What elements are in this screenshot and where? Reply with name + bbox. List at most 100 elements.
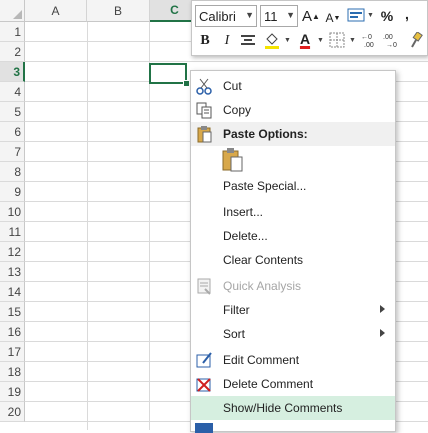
increase-decimal-button[interactable]: ←0.00 (360, 31, 380, 49)
edit-comment-icon (196, 352, 212, 368)
chevron-down-icon[interactable]: ▼ (367, 12, 374, 19)
row-header-15[interactable]: 15 (0, 302, 25, 322)
decrease-font-size-button[interactable]: A ▼ (324, 8, 342, 28)
borders-icon (329, 32, 345, 48)
next-item-icon (195, 423, 213, 433)
row-header-19[interactable]: 19 (0, 382, 25, 402)
row-header-20[interactable]: 20 (0, 402, 25, 422)
up-arrow-icon: ▲ (312, 11, 320, 21)
chevron-down-icon[interactable]: ▼ (284, 37, 291, 44)
menu-item-sort[interactable]: Sort (191, 322, 395, 346)
clipboard-icon (197, 126, 212, 143)
format-painter-button[interactable] (406, 31, 424, 49)
menu-item-show-hide-comments[interactable]: Show/Hide Comments (191, 396, 395, 420)
menu-item-delete-comment-label: Delete Comment (223, 377, 314, 391)
menu-item-insert[interactable]: Insert... (191, 200, 395, 224)
menu-item-cut[interactable]: Cut (191, 74, 395, 98)
copy-icon (196, 102, 212, 119)
menu-item-edit-comment-label: Edit Comment (223, 353, 300, 367)
decrease-decimal-icon: .00→0 (383, 34, 397, 49)
bold-button[interactable]: B (196, 30, 214, 52)
number-format-button[interactable] (346, 5, 366, 25)
paste-clipboard-icon (222, 148, 243, 172)
row-header-13[interactable]: 13 (0, 262, 25, 282)
chevron-down-icon[interactable]: ▼ (317, 37, 324, 44)
menu-item-paste-special[interactable]: Paste Special... (191, 174, 395, 198)
font-size-value: 11 (264, 8, 278, 24)
svg-text:.00: .00 (364, 42, 374, 49)
row-header-14[interactable]: 14 (0, 282, 25, 302)
column-header-a[interactable]: A (25, 0, 87, 22)
row-header-1[interactable]: 1 (0, 22, 25, 42)
number-format-icon (347, 8, 365, 22)
increase-decimal-icon: ←0.00 (361, 34, 374, 49)
align-center-button[interactable] (238, 31, 258, 51)
italic-button[interactable]: I (218, 30, 236, 52)
row-header-10[interactable]: 10 (0, 202, 25, 222)
row-header-11[interactable]: 11 (0, 222, 25, 242)
row-header-17[interactable]: 17 (0, 342, 25, 362)
svg-text:.00: .00 (383, 34, 393, 41)
menu-item-copy[interactable]: Copy (191, 98, 395, 122)
font-size-box[interactable]: 11 ▼ (260, 5, 298, 27)
grid-line (25, 61, 428, 62)
row-header-5[interactable]: 5 (0, 102, 25, 122)
decrease-decimal-button[interactable]: .00 →0 (382, 31, 402, 49)
menu-item-quick-analysis[interactable]: Quick Analysis (191, 274, 395, 298)
row-header-7[interactable]: 7 (0, 142, 25, 162)
paste-options-label: Paste Options: (223, 127, 308, 141)
row-header-18[interactable]: 18 (0, 362, 25, 382)
menu-item-clear-contents[interactable]: Clear Contents (191, 248, 395, 272)
borders-button[interactable] (328, 31, 346, 49)
menu-item-show-hide-comments-label: Show/Hide Comments (223, 401, 343, 415)
font-name-value: Calibri (199, 8, 236, 24)
menu-item-edit-comment[interactable]: Edit Comment (191, 348, 395, 372)
row-header-12[interactable]: 12 (0, 242, 25, 262)
select-all-corner[interactable] (0, 0, 25, 22)
menu-item-insert-label: Insert... (223, 205, 264, 219)
row-header-9[interactable]: 9 (0, 182, 25, 202)
menu-item-copy-label: Copy (223, 103, 252, 117)
menu-item-clear-contents-label: Clear Contents (223, 253, 304, 267)
row-header-3[interactable]: 3 (0, 62, 25, 82)
row-header-4[interactable]: 4 (0, 82, 25, 102)
chevron-down-icon: ▼ (286, 10, 295, 20)
percent-style-button[interactable]: % (378, 5, 396, 27)
row-header-8[interactable]: 8 (0, 162, 25, 182)
menu-item-delete[interactable]: Delete... (191, 224, 395, 248)
comma-style-button[interactable]: , (400, 3, 414, 25)
svg-text:→0: →0 (386, 42, 397, 49)
font-name-box[interactable]: Calibri ▼ (195, 5, 257, 27)
fill-handle[interactable] (183, 80, 190, 87)
menu-item-paste-special-label: Paste Special... (223, 179, 307, 193)
row-header-6[interactable]: 6 (0, 122, 25, 142)
down-arrow-icon: ▼ (333, 14, 341, 22)
active-cell-c3[interactable] (149, 63, 187, 84)
paintbrush-icon (411, 32, 423, 48)
increase-font-size-button[interactable]: A ▲ (302, 6, 320, 26)
scissors-icon (196, 78, 212, 95)
menu-header-paste-options: Paste Options: (191, 122, 395, 146)
align-center-icon (241, 35, 255, 45)
menu-item-cut-label: Cut (223, 79, 242, 93)
row-header-2[interactable]: 2 (0, 42, 25, 62)
submenu-arrow-icon (380, 329, 385, 337)
svg-text:←0: ←0 (361, 34, 372, 41)
menu-item-delete-label: Delete... (223, 229, 268, 243)
menu-item-filter-label: Filter (223, 303, 250, 317)
paint-bucket-icon (265, 33, 279, 49)
menu-item-sort-label: Sort (223, 327, 246, 341)
font-color-button[interactable]: A (296, 28, 314, 50)
paste-button[interactable] (221, 147, 245, 173)
menu-item-quick-analysis-label: Quick Analysis (223, 279, 302, 293)
menu-item-filter[interactable]: Filter (191, 298, 395, 322)
row-header-16[interactable]: 16 (0, 322, 25, 342)
grid-line (87, 22, 88, 430)
chevron-down-icon[interactable]: ▼ (349, 37, 356, 44)
delete-comment-icon (196, 378, 211, 392)
fill-color-button[interactable] (262, 30, 282, 50)
chevron-down-icon: ▼ (245, 10, 254, 20)
column-header-b[interactable]: B (87, 0, 150, 22)
submenu-arrow-icon (380, 305, 385, 313)
menu-item-delete-comment[interactable]: Delete Comment (191, 372, 395, 396)
